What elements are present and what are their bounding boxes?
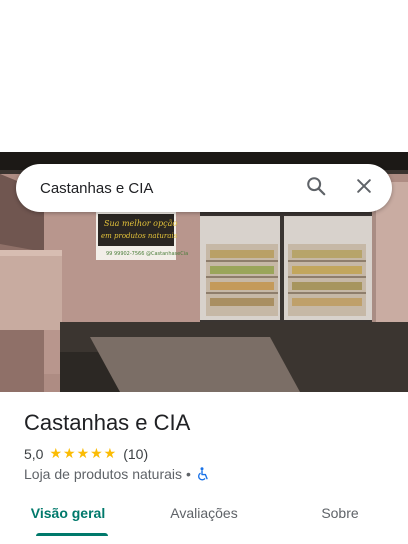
search-query-text[interactable]: Castanhas e CIA	[16, 180, 292, 197]
separator-dot: •	[186, 466, 191, 482]
search-icon	[305, 175, 327, 202]
wheelchair-icon[interactable]	[197, 467, 209, 481]
svg-text:Sua melhor opção: Sua melhor opção	[104, 219, 177, 228]
rating-stars-icon: ★★★★★	[49, 445, 118, 461]
category-row: Loja de produtos naturais •	[24, 466, 209, 482]
close-button[interactable]	[340, 164, 388, 212]
review-count[interactable]: (10)	[123, 446, 148, 462]
tab-label: Visão geral	[30, 505, 106, 521]
tab-visao-geral[interactable]: Visão geral	[0, 498, 136, 544]
search-button[interactable]	[292, 164, 340, 212]
tab-avaliacoes[interactable]: Avaliações	[136, 498, 272, 544]
place-info-panel: Castanhas e CIA 5,0 ★★★★★ (10) Loja de p…	[0, 392, 408, 544]
rating-value: 5,0	[24, 445, 44, 462]
tab-sobre[interactable]: Sobre	[272, 498, 408, 544]
tab-label: Sobre	[321, 505, 359, 521]
place-title: Castanhas e CIA	[24, 410, 191, 435]
active-tab-indicator	[36, 533, 108, 536]
rating-row[interactable]: 5,0 ★★★★★ (10)	[24, 445, 148, 462]
close-icon	[354, 176, 374, 201]
tab-label: Avaliações	[170, 505, 238, 521]
svg-text:em produtos naturais: em produtos naturais	[101, 232, 178, 240]
place-category: Loja de produtos naturais	[24, 466, 182, 482]
top-blank-area	[0, 0, 408, 152]
tab-bar: Visão geral Avaliações Sobre	[0, 498, 408, 544]
svg-text:99 99902-7566 @CastanhaseCia: 99 99902-7566 @CastanhaseCia	[106, 251, 188, 257]
search-bar[interactable]: Castanhas e CIA	[16, 164, 392, 212]
